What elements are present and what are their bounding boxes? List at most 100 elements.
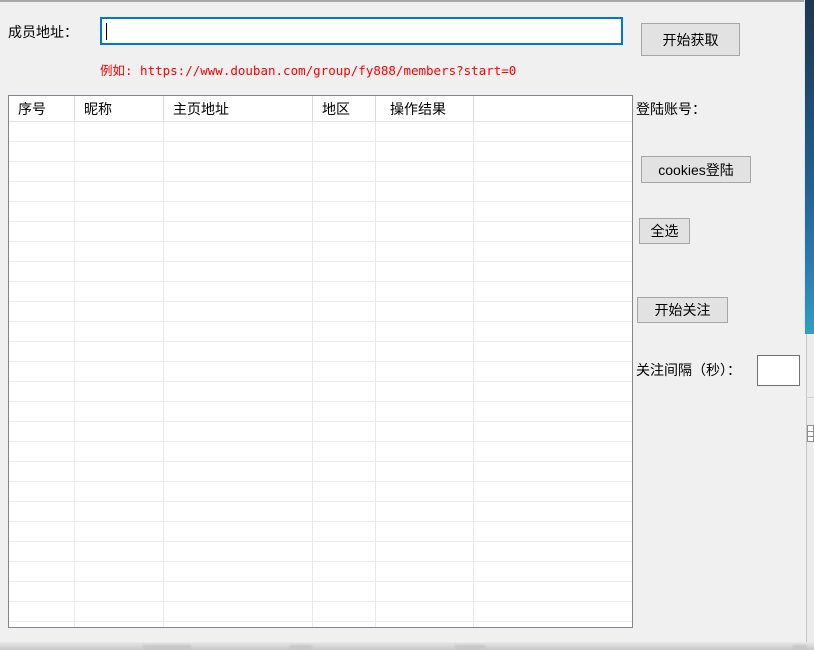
table-cell <box>376 362 474 381</box>
table-cell <box>164 262 313 281</box>
table-cell <box>313 122 376 141</box>
login-account-label: 登陆账号： <box>636 99 706 119</box>
table-header-nickname[interactable]: 昵称 <box>75 96 164 121</box>
member-url-label: 成员地址： <box>8 22 78 42</box>
table-cell <box>75 382 164 401</box>
window-bottom-edge <box>0 642 814 650</box>
select-all-button[interactable]: 全选 <box>639 218 690 244</box>
cookies-login-button[interactable]: cookies登陆 <box>641 156 751 183</box>
table-row[interactable] <box>9 582 632 602</box>
follow-interval-input-wrap <box>757 355 800 386</box>
table-row[interactable] <box>9 282 632 302</box>
table-header-homepage[interactable]: 主页地址 <box>164 96 313 121</box>
table-cell <box>75 542 164 561</box>
table-header-index[interactable]: 序号 <box>9 96 75 121</box>
table-cell <box>9 522 75 541</box>
table-cell <box>474 422 632 441</box>
table-cell <box>75 142 164 161</box>
table-row[interactable] <box>9 302 632 322</box>
table-cell <box>313 582 376 601</box>
example-url-hint: 例如: https://www.douban.com/group/fy888/m… <box>100 60 516 79</box>
table-cell <box>75 562 164 581</box>
background-window-lower-area <box>807 334 814 642</box>
table-cell <box>75 322 164 341</box>
table-cell <box>313 442 376 461</box>
table-cell <box>474 562 632 581</box>
table-cell <box>9 622 75 628</box>
table-cell <box>474 402 632 421</box>
table-cell <box>164 382 313 401</box>
table-row[interactable] <box>9 482 632 502</box>
table-row[interactable] <box>9 222 632 242</box>
table-cell <box>313 462 376 481</box>
table-cell <box>376 462 474 481</box>
table-cell <box>75 582 164 601</box>
member-url-input[interactable] <box>104 21 619 41</box>
background-blur-fragment <box>290 645 312 648</box>
table-cell <box>474 302 632 321</box>
table-cell <box>313 382 376 401</box>
table-cell <box>75 282 164 301</box>
table-cell <box>75 202 164 221</box>
background-window-border-line <box>806 334 807 642</box>
table-cell <box>9 262 75 281</box>
table-cell <box>376 622 474 628</box>
table-row[interactable] <box>9 202 632 222</box>
start-follow-button[interactable]: 开始关注 <box>637 297 728 323</box>
table-header-region[interactable]: 地区 <box>313 96 376 121</box>
table-cell <box>9 142 75 161</box>
table-cell <box>474 462 632 481</box>
table-row[interactable] <box>9 462 632 482</box>
table-row[interactable] <box>9 142 632 162</box>
table-cell <box>164 322 313 341</box>
table-cell <box>164 342 313 361</box>
table-cell <box>313 182 376 201</box>
table-cell <box>164 502 313 521</box>
table-cell <box>313 362 376 381</box>
table-row[interactable] <box>9 442 632 462</box>
follow-interval-input[interactable] <box>760 358 796 382</box>
table-row[interactable] <box>9 622 632 628</box>
table-row[interactable] <box>9 122 632 142</box>
table-header-blank[interactable] <box>474 96 632 121</box>
table-cell <box>376 182 474 201</box>
table-cell <box>9 542 75 561</box>
table-cell <box>376 282 474 301</box>
table-cell <box>376 322 474 341</box>
table-row[interactable] <box>9 422 632 442</box>
table-cell <box>376 582 474 601</box>
table-cell <box>9 362 75 381</box>
table-cell <box>9 302 75 321</box>
table-cell <box>474 242 632 261</box>
table-row[interactable] <box>9 182 632 202</box>
table-cell <box>164 222 313 241</box>
table-row[interactable] <box>9 502 632 522</box>
table-row[interactable] <box>9 242 632 262</box>
table-row[interactable] <box>9 322 632 342</box>
table-row[interactable] <box>9 562 632 582</box>
table-row[interactable] <box>9 542 632 562</box>
background-blur-fragment <box>455 645 485 648</box>
table-cell <box>313 602 376 621</box>
table-row[interactable] <box>9 162 632 182</box>
table-row[interactable] <box>9 522 632 542</box>
table-cell <box>9 382 75 401</box>
table-row[interactable] <box>9 602 632 622</box>
table-cell <box>474 382 632 401</box>
table-cell <box>75 302 164 321</box>
table-cell <box>313 522 376 541</box>
table-cell <box>474 222 632 241</box>
table-row[interactable] <box>9 402 632 422</box>
member-table[interactable]: 序号 昵称 主页地址 地区 操作结果 <box>8 95 633 628</box>
table-row[interactable] <box>9 342 632 362</box>
table-cell <box>313 342 376 361</box>
table-row[interactable] <box>9 382 632 402</box>
start-fetch-button[interactable]: 开始获取 <box>641 23 740 56</box>
table-cell <box>9 462 75 481</box>
table-cell <box>75 342 164 361</box>
table-cell <box>313 422 376 441</box>
table-row[interactable] <box>9 362 632 382</box>
table-row[interactable] <box>9 262 632 282</box>
table-cell <box>75 262 164 281</box>
table-header-result[interactable]: 操作结果 <box>376 96 474 121</box>
